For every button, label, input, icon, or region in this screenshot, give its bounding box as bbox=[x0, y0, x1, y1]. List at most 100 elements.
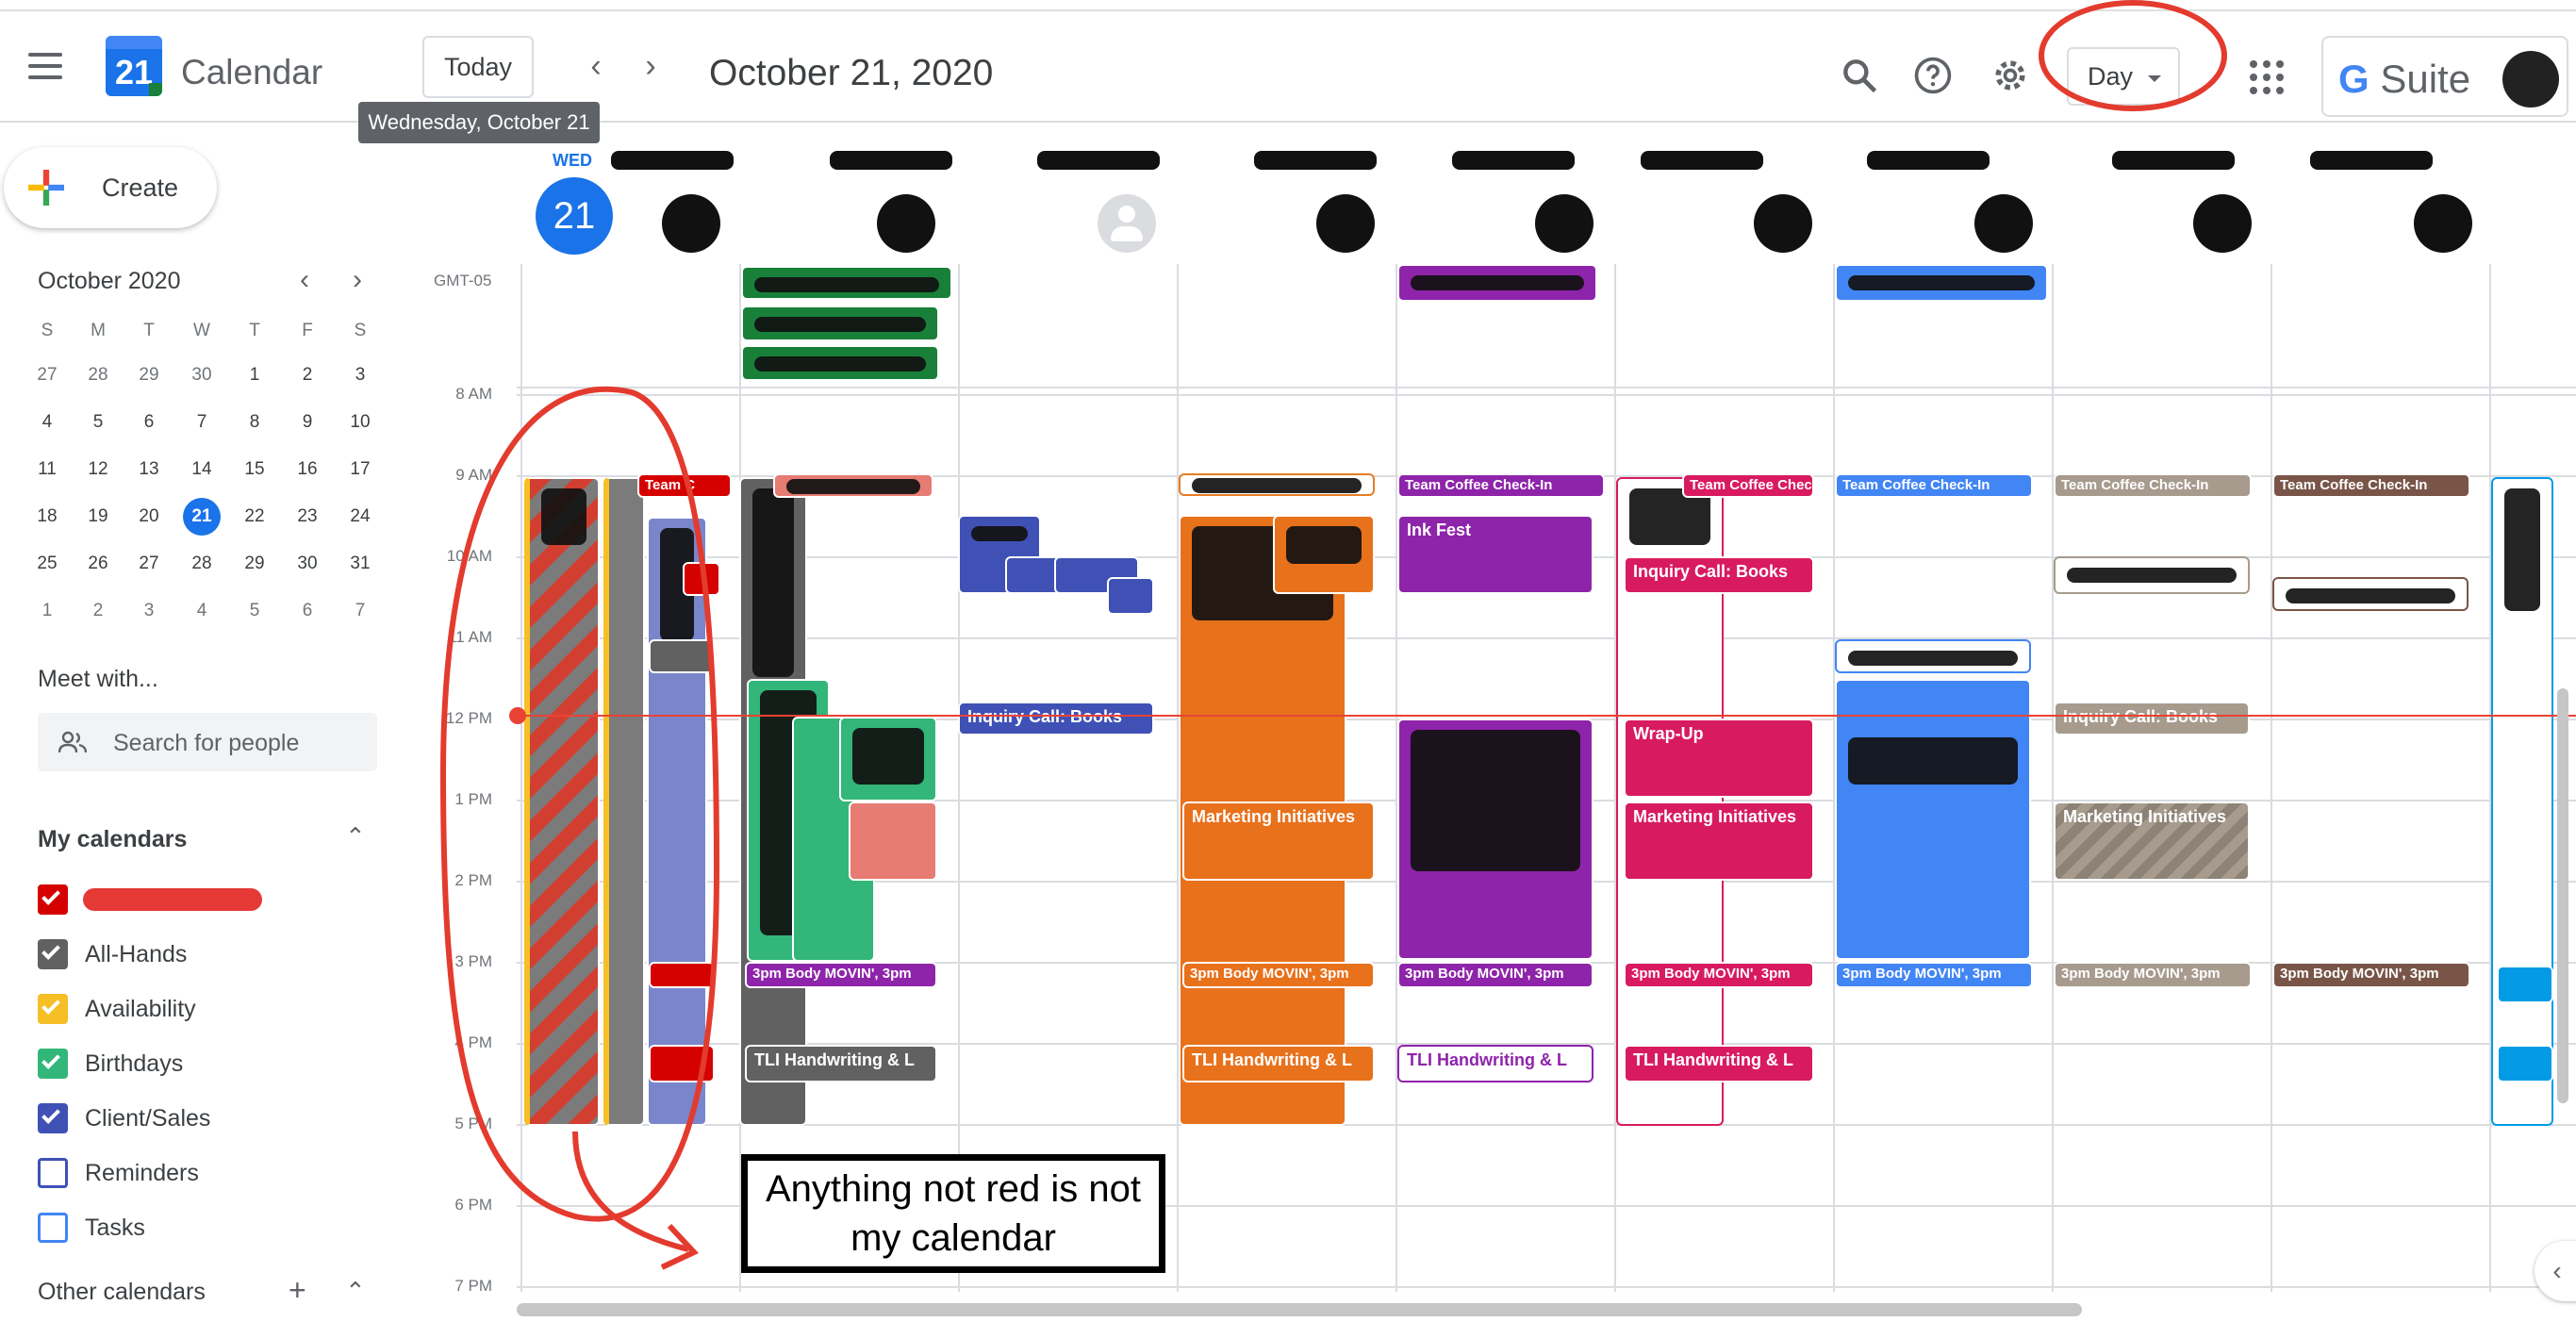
event-block[interactable] bbox=[1397, 719, 1593, 960]
mini-calendar-day[interactable]: 26 bbox=[76, 545, 120, 583]
mini-calendar-day[interactable]: 27 bbox=[25, 356, 69, 394]
mini-calendar-day[interactable]: 9 bbox=[286, 404, 329, 441]
event-body-movin[interactable]: 3pm Body MOVIN', 3pm bbox=[2272, 962, 2470, 988]
mini-calendar-day[interactable]: 6 bbox=[286, 592, 329, 630]
all-day-event[interactable] bbox=[1835, 264, 2048, 302]
event-team-coffee[interactable]: Team Coffee Check-In bbox=[1835, 473, 2033, 498]
person-avatar[interactable] bbox=[1535, 194, 1593, 253]
event-block[interactable] bbox=[773, 473, 933, 498]
calendar-checkbox[interactable] bbox=[38, 1158, 68, 1188]
create-button[interactable]: Create bbox=[4, 147, 217, 228]
day-number-circle[interactable]: 21 bbox=[536, 177, 613, 255]
next-day-button[interactable]: › bbox=[632, 47, 669, 85]
event-tli[interactable]: TLI Handwriting & L bbox=[1624, 1045, 1814, 1082]
event-tli[interactable]: TLI Handwriting & L bbox=[1182, 1045, 1375, 1082]
calendar-checkbox[interactable] bbox=[38, 1213, 68, 1243]
mini-calendar-day[interactable]: 14 bbox=[180, 451, 223, 488]
other-calendars-collapse-chevron-up-icon[interactable]: ⌃ bbox=[345, 1277, 366, 1306]
mini-calendar-day[interactable]: 5 bbox=[76, 404, 120, 441]
event-team-coffee[interactable]: Team Coffee Check-In bbox=[1397, 473, 1605, 498]
google-apps-grid-icon[interactable] bbox=[2250, 60, 2284, 94]
mini-calendar-day[interactable]: 1 bbox=[25, 592, 69, 630]
event-inquiry-call[interactable]: Inquiry Call: Books bbox=[2054, 702, 2250, 735]
other-calendars-title[interactable]: Other calendars bbox=[38, 1279, 206, 1306]
event-outline[interactable] bbox=[2272, 577, 2469, 611]
account-gsuite-badge[interactable]: G Suite bbox=[2321, 36, 2568, 117]
my-calendars-collapse-chevron-up-icon[interactable]: ⌃ bbox=[345, 822, 366, 851]
mini-calendar-day[interactable]: 1 bbox=[233, 356, 276, 394]
mini-calendar-day[interactable]: 31 bbox=[339, 545, 382, 583]
event-block[interactable] bbox=[1835, 679, 2031, 960]
calendar-checkbox[interactable] bbox=[38, 939, 68, 969]
event-tli[interactable]: TLI Handwriting & L bbox=[745, 1045, 937, 1082]
mini-calendar-day[interactable]: 10 bbox=[339, 404, 382, 441]
event-outline[interactable] bbox=[1179, 473, 1375, 496]
mini-calendar-day[interactable]: 12 bbox=[76, 451, 120, 488]
side-panel-toggle-chevron-left-icon[interactable]: ‹ bbox=[2535, 1241, 2576, 1301]
mini-calendar-day[interactable]: 13 bbox=[127, 451, 171, 488]
calendar-logo-icon[interactable]: 21 bbox=[106, 36, 162, 96]
person-avatar[interactable] bbox=[1974, 194, 2033, 253]
event-block[interactable] bbox=[2497, 966, 2553, 1003]
mini-calendar-day[interactable]: 19 bbox=[76, 498, 120, 536]
mini-calendar-day[interactable]: 21 bbox=[183, 498, 221, 536]
vertical-scrollbar[interactable] bbox=[2557, 688, 2568, 1103]
mini-calendar-prev-month-button[interactable]: ‹ bbox=[300, 264, 309, 296]
mini-calendar-day[interactable]: 17 bbox=[339, 451, 382, 488]
mini-calendar-day[interactable]: 15 bbox=[233, 451, 276, 488]
event-inquiry-call[interactable]: Inquiry Call: Books bbox=[958, 702, 1154, 735]
search-icon[interactable] bbox=[1839, 55, 1880, 96]
mini-calendar-day[interactable]: 16 bbox=[286, 451, 329, 488]
previous-day-button[interactable]: ‹ bbox=[577, 47, 615, 85]
today-button[interactable]: Today bbox=[422, 36, 534, 98]
all-day-event[interactable] bbox=[741, 345, 939, 381]
my-calendars-title[interactable]: My calendars bbox=[38, 826, 187, 853]
event-inquiry-call[interactable]: Inquiry Call: Books bbox=[1624, 556, 1814, 594]
mini-calendar-day[interactable]: 2 bbox=[286, 356, 329, 394]
mini-calendar-day[interactable]: 18 bbox=[25, 498, 69, 536]
mini-calendar-day[interactable]: 3 bbox=[127, 592, 171, 630]
event-body-movin[interactable]: 3pm Body MOVIN', 3pm bbox=[745, 962, 937, 988]
person-avatar[interactable] bbox=[2414, 194, 2472, 253]
help-icon[interactable] bbox=[1912, 55, 1954, 96]
app-title[interactable]: Calendar bbox=[181, 53, 322, 92]
event-wrap-up[interactable]: Wrap-Up bbox=[1624, 719, 1814, 798]
mini-calendar-day[interactable]: 4 bbox=[180, 592, 223, 630]
event-tli[interactable]: TLI Handwriting & L bbox=[1397, 1045, 1593, 1082]
event-block[interactable] bbox=[839, 717, 937, 801]
settings-gear-icon[interactable] bbox=[1990, 55, 2031, 96]
calendar-checkbox[interactable] bbox=[38, 994, 68, 1024]
mini-calendar-day[interactable]: 30 bbox=[286, 545, 329, 583]
event-body-movin[interactable]: 3pm Body MOVIN', 3pm bbox=[1397, 962, 1593, 988]
add-other-calendar-plus-icon[interactable]: + bbox=[289, 1273, 306, 1308]
all-day-event[interactable] bbox=[741, 306, 939, 341]
mini-calendar-day[interactable]: 22 bbox=[233, 498, 276, 536]
mini-calendar-day[interactable]: 8 bbox=[233, 404, 276, 441]
mini-calendar-day[interactable]: 23 bbox=[286, 498, 329, 536]
person-avatar[interactable] bbox=[877, 194, 935, 253]
mini-calendar-day[interactable]: 28 bbox=[180, 545, 223, 583]
mini-calendar-next-month-button[interactable]: › bbox=[353, 264, 362, 296]
event-outline[interactable] bbox=[1835, 639, 2031, 673]
mini-calendar-day[interactable]: 6 bbox=[127, 404, 171, 441]
event-block[interactable] bbox=[2497, 1045, 2553, 1082]
mini-calendar-day[interactable]: 24 bbox=[339, 498, 382, 536]
event-body-movin[interactable]: 3pm Body MOVIN', 3pm bbox=[1835, 962, 2033, 988]
event-marketing[interactable]: Marketing Initiatives bbox=[1624, 801, 1814, 881]
event-block[interactable] bbox=[1273, 515, 1375, 594]
client-event-block[interactable] bbox=[1107, 577, 1154, 615]
mini-calendar-day[interactable]: 2 bbox=[76, 592, 120, 630]
calendar-checkbox[interactable] bbox=[38, 884, 68, 915]
mini-calendar-day[interactable]: 11 bbox=[25, 451, 69, 488]
event-body-movin[interactable]: 3pm Body MOVIN', 3pm bbox=[1624, 962, 1814, 988]
main-menu-button[interactable] bbox=[28, 53, 62, 81]
mini-calendar-day[interactable]: 5 bbox=[233, 592, 276, 630]
all-day-event[interactable] bbox=[1397, 264, 1597, 302]
mini-calendar-day[interactable]: 25 bbox=[25, 545, 69, 583]
mini-calendar-day[interactable]: 30 bbox=[180, 356, 223, 394]
mini-calendar-day[interactable]: 3 bbox=[339, 356, 382, 394]
mini-calendar-day[interactable]: 20 bbox=[127, 498, 171, 536]
event-team-coffee[interactable]: Team Coffee Check-In bbox=[2272, 473, 2470, 498]
event-body-movin[interactable]: 3pm Body MOVIN', 3pm bbox=[1182, 962, 1375, 988]
mini-calendar-day[interactable]: 27 bbox=[127, 545, 171, 583]
